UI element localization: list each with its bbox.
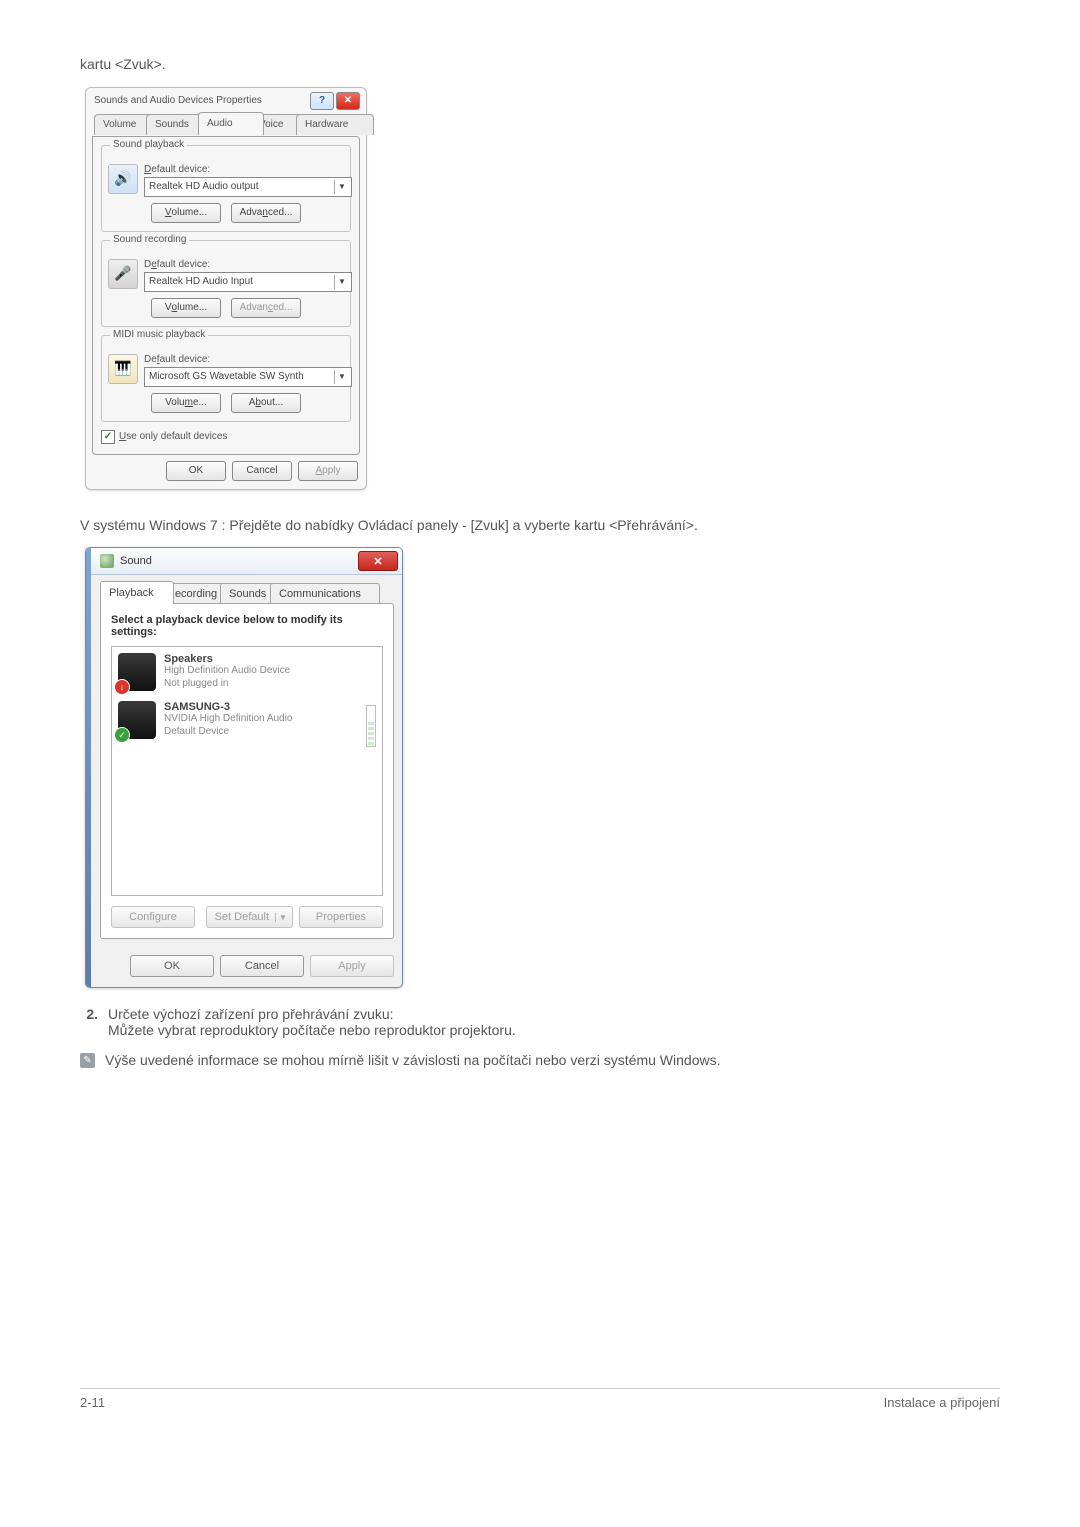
tab-audio[interactable]: Audio: [198, 112, 264, 135]
midi-device-value: Microsoft GS Wavetable SW Synth: [149, 371, 304, 382]
step-2: 2. Určete výchozí zařízení pro přehráván…: [80, 1006, 1000, 1038]
device-icon: ✓: [118, 701, 156, 739]
intro-text: kartu <Zvuk>.: [80, 55, 1000, 75]
device-status: Not plugged in: [164, 678, 376, 691]
group-sound-recording: Sound recording 🎤 Default device: Realte…: [101, 240, 351, 327]
cancel-button[interactable]: Cancel: [232, 461, 292, 481]
status-badge-unplugged-icon: ↓: [114, 679, 130, 695]
chevron-down-icon: ▼: [275, 913, 290, 922]
recording-device-select[interactable]: Realtek HD Audio Input ▼: [144, 272, 352, 292]
playback-device-list[interactable]: ↓ Speakers High Definition Audio Device …: [111, 646, 383, 896]
playback-advanced-button[interactable]: Advanced...: [231, 203, 301, 223]
speaker-icon: 🔊: [108, 164, 138, 194]
midi-icon: 🎹: [108, 354, 138, 384]
group-legend: MIDI music playback: [110, 329, 208, 340]
ok-button[interactable]: OK: [166, 461, 226, 481]
step-2-line-2: Můžete vybrat reproduktory počítače nebo…: [108, 1022, 516, 1038]
cancel-button[interactable]: Cancel: [220, 955, 304, 977]
chevron-down-icon: ▼: [334, 180, 349, 194]
checkbox-icon: ✓: [101, 430, 115, 444]
recording-device-value: Realtek HD Audio Input: [149, 276, 253, 287]
configure-button[interactable]: Configure: [111, 906, 195, 928]
properties-button[interactable]: Properties: [299, 906, 383, 928]
use-only-default-devices-checkbox[interactable]: ✓ Use only default devices: [101, 430, 351, 444]
recording-default-device-label: Default device:: [144, 259, 344, 270]
device-driver: High Definition Audio Device: [164, 665, 376, 678]
recording-volume-button[interactable]: Volume...: [151, 298, 221, 318]
footer-left: 2-11: [80, 1395, 105, 1410]
group-sound-playback: Sound playback 🔊 Default device: Realtek…: [101, 145, 351, 232]
recording-advanced-button[interactable]: Advanced...: [231, 298, 301, 318]
group-midi-playback: MIDI music playback 🎹 Default device: Mi…: [101, 335, 351, 422]
device-status: Default Device: [164, 726, 376, 739]
device-driver: NVIDIA High Definition Audio: [164, 713, 376, 726]
group-legend: Sound playback: [110, 139, 187, 150]
close-button[interactable]: ✕: [358, 551, 398, 571]
device-name: SAMSUNG-3: [164, 701, 376, 713]
sound-icon: [100, 554, 114, 568]
note-row: ✎ Výše uvedené informace se mohou mírně …: [80, 1052, 1000, 1068]
help-button[interactable]: ?: [310, 92, 334, 110]
playback-device-select[interactable]: Realtek HD Audio output ▼: [144, 177, 352, 197]
note-icon: ✎: [80, 1053, 95, 1068]
playback-device-item[interactable]: ✓ SAMSUNG-3 NVIDIA High Definition Audio…: [118, 701, 376, 739]
apply-button[interactable]: Apply: [298, 461, 358, 481]
close-button[interactable]: ✕: [336, 92, 360, 110]
note-text: Výše uvedené informace se mohou mírně li…: [105, 1052, 721, 1068]
level-meter-icon: [366, 705, 376, 747]
w7-sound-dialog: Sound ✕ Playback Recording Sounds Commun…: [85, 547, 403, 988]
xp-tabs: Volume Sounds Audio Voice Hardware: [92, 114, 360, 136]
tab-hardware[interactable]: Hardware: [296, 114, 374, 135]
playback-instruction: Select a playback device below to modify…: [111, 614, 383, 638]
playback-volume-button[interactable]: Volume...: [151, 203, 221, 223]
apply-button[interactable]: Apply: [310, 955, 394, 977]
playback-device-item[interactable]: ↓ Speakers High Definition Audio Device …: [118, 653, 376, 691]
w7-dialog-title: Sound: [120, 555, 152, 567]
xp-dialog-title: Sounds and Audio Devices Properties: [94, 95, 262, 106]
step-2-line-1: Určete výchozí zařízení pro přehrávání z…: [108, 1006, 516, 1022]
status-badge-default-icon: ✓: [114, 727, 130, 743]
midi-default-device-label: Default device:: [144, 354, 344, 365]
use-only-default-devices-label: Use only default devices: [119, 431, 227, 442]
midi-device-select[interactable]: Microsoft GS Wavetable SW Synth ▼: [144, 367, 352, 387]
set-default-button[interactable]: Set Default ▼: [206, 906, 293, 928]
playback-default-device-label: Default device:: [144, 164, 344, 175]
footer-right: Instalace a připojení: [884, 1395, 1000, 1410]
tab-communications[interactable]: Communications: [270, 583, 380, 604]
microphone-icon: 🎤: [108, 259, 138, 289]
device-name: Speakers: [164, 653, 376, 665]
chevron-down-icon: ▼: [334, 275, 349, 289]
midi-about-button[interactable]: About...: [231, 393, 301, 413]
win7-intro-text: V systému Windows 7 : Přejděte do nabídk…: [80, 516, 1000, 536]
xp-audio-properties-dialog: Sounds and Audio Devices Properties ? ✕ …: [85, 87, 367, 490]
chevron-down-icon: ▼: [334, 370, 349, 384]
w7-tabs: Playback Recording Sounds Communications: [100, 581, 394, 603]
device-icon: ↓: [118, 653, 156, 691]
step-number: 2.: [80, 1006, 98, 1038]
group-legend: Sound recording: [110, 234, 189, 245]
playback-device-value: Realtek HD Audio output: [149, 181, 259, 192]
tab-playback[interactable]: Playback: [100, 581, 174, 604]
ok-button[interactable]: OK: [130, 955, 214, 977]
page-footer: 2-11 Instalace a připojení: [80, 1388, 1000, 1410]
midi-volume-button[interactable]: Volume...: [151, 393, 221, 413]
set-default-label: Set Default: [215, 911, 269, 923]
